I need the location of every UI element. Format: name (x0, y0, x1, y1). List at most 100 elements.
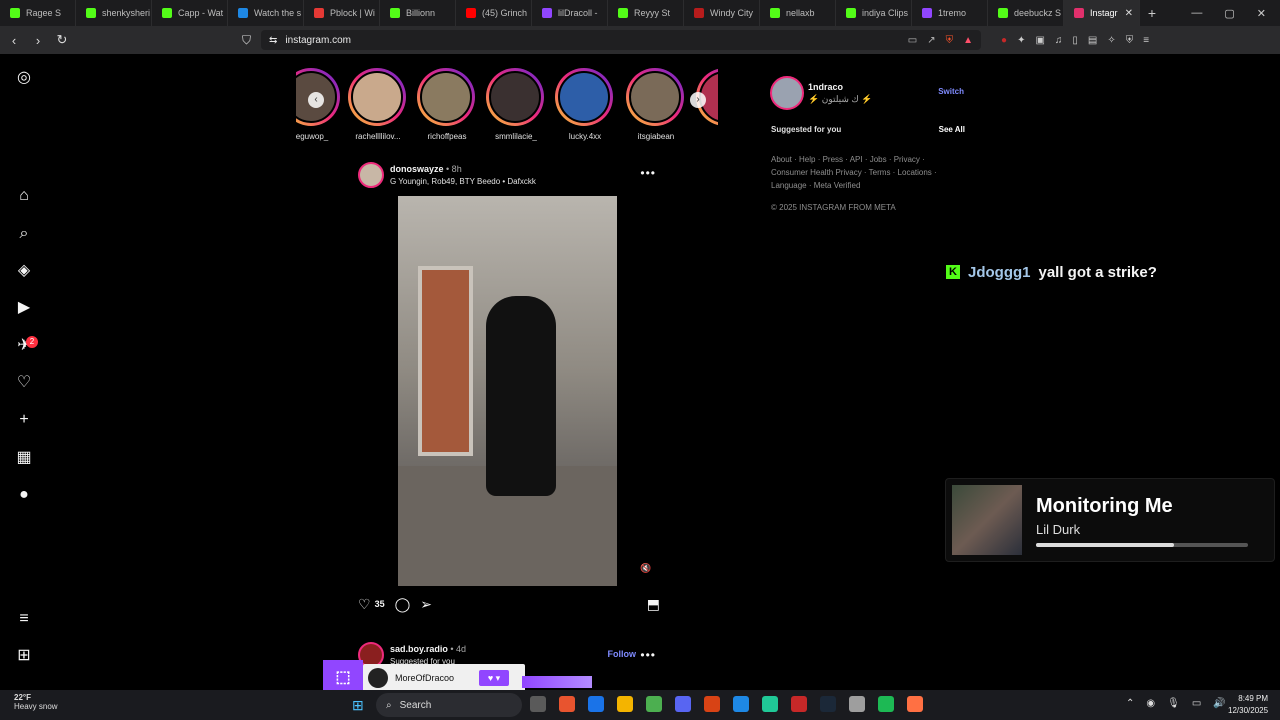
taskbar-search[interactable]: ⌕ Search (376, 693, 522, 717)
browser-tab[interactable]: shenkysheri (76, 0, 152, 26)
story-item[interactable]: smmlilacie_ (486, 68, 546, 141)
switch-account-button[interactable]: Switch (938, 87, 964, 96)
dashboard-icon[interactable]: ▦ (14, 448, 34, 468)
forward-icon[interactable]: › (28, 33, 48, 48)
footer-links[interactable]: About · Help · Press · API · Jobs · Priv… (771, 153, 941, 192)
browser-tab[interactable]: nellaxb (760, 0, 836, 26)
browser-tab[interactable]: Instagr ✕ (1064, 0, 1140, 26)
taskbar-app-icon[interactable] (704, 696, 720, 712)
stories-prev-icon[interactable]: ‹ (308, 92, 324, 108)
browser-tab[interactable]: indiya Clips (836, 0, 912, 26)
leo-icon[interactable]: ✧ (1107, 35, 1115, 46)
more-options-button[interactable]: ••• (640, 166, 656, 180)
story-item[interactable]: rachellllilov... (348, 68, 408, 141)
taskbar-app-icon[interactable] (588, 696, 604, 712)
brave-shield-icon[interactable]: ⛨ (946, 35, 954, 46)
windows-start-icon[interactable]: ⊞ (352, 697, 368, 713)
taskbar-app-icon[interactable] (791, 696, 807, 712)
site-info-icon[interactable]: ⇆ (269, 35, 277, 46)
volume-icon[interactable]: 🔊 (1213, 698, 1225, 709)
weather-widget[interactable]: 22°F Heavy snow (14, 693, 58, 711)
more-options-button[interactable]: ••• (640, 648, 656, 662)
comment-icon[interactable]: ◯ (395, 596, 411, 613)
ublock-icon[interactable]: ● (1001, 35, 1007, 46)
maximize-icon[interactable]: ▢ (1224, 7, 1234, 20)
notifications-icon[interactable]: ♡ (14, 373, 34, 393)
browser-tab[interactable]: deebuckz S (988, 0, 1064, 26)
extensions-icon[interactable]: ✦ (1017, 35, 1025, 46)
save-icon[interactable]: ⬒ (647, 596, 660, 613)
tray-app-icon[interactable]: ◉ (1146, 698, 1155, 709)
close-window-icon[interactable]: ✕ (1257, 7, 1266, 20)
taskbar-app-icon[interactable] (907, 696, 923, 712)
display-icon[interactable]: ▭ (1192, 698, 1201, 709)
story-item[interactable]: richoffpeas (417, 68, 477, 141)
back-icon[interactable]: ‹ (4, 33, 24, 48)
taskbar-app-icon[interactable] (530, 696, 546, 712)
bookmark-icon[interactable]: ⛉ (242, 33, 251, 48)
minimize-icon[interactable]: — (1191, 7, 1202, 20)
taskbar-app-icon[interactable] (646, 696, 662, 712)
like-count[interactable]: 35 (375, 599, 385, 609)
taskbar-app-icon[interactable] (559, 696, 575, 712)
story-item[interactable]: lucky.4xx (555, 68, 615, 141)
browser-tab[interactable]: Windy City (684, 0, 760, 26)
menu-icon[interactable]: ≡ (1143, 35, 1149, 46)
menu-icon[interactable]: ≡ (14, 609, 34, 629)
current-username[interactable]: 1ndraco (808, 82, 843, 92)
home-icon[interactable]: ⌂ (14, 186, 34, 206)
see-all-link[interactable]: See All (939, 125, 965, 134)
new-tab-button[interactable]: + (1140, 5, 1164, 21)
post-audio[interactable]: G Youngin, Rob49, BTY Beedo • Dafxckk (390, 177, 536, 186)
wallet-icon[interactable]: ▤ (1088, 35, 1097, 46)
browser-tab[interactable]: (45) Grinch (456, 0, 532, 26)
reels-icon[interactable]: ▶ (14, 298, 34, 318)
media-icon[interactable]: ♫ (1055, 35, 1063, 46)
post-username[interactable]: donoswayze (390, 164, 444, 174)
mic-icon[interactable]: 🎙 (1167, 698, 1180, 709)
taskbar-app-icon[interactable] (762, 696, 778, 712)
like-icon[interactable]: ♡ (358, 596, 371, 613)
profile-icon[interactable]: ● (14, 485, 34, 505)
taskbar-app-icon[interactable] (878, 696, 894, 712)
browser-tab[interactable]: Reyyy St (608, 0, 684, 26)
browser-tab[interactable]: Watch the s (228, 0, 304, 26)
sidebar-icon[interactable]: ▯ (1072, 35, 1078, 46)
reload-icon[interactable]: ↻ (52, 32, 72, 48)
taskbar-app-icon[interactable] (617, 696, 633, 712)
browser-tab[interactable]: Ragee S (0, 0, 76, 26)
browser-tab[interactable]: Billionn (380, 0, 456, 26)
browser-tab[interactable]: Capp - Wat (152, 0, 228, 26)
taskbar-app-icon[interactable] (733, 696, 749, 712)
share-post-icon[interactable]: ➢ (420, 596, 432, 613)
instagram-logo-icon[interactable]: ◎ (14, 68, 34, 88)
url-field[interactable]: ⇆ instagram.com ▭ ↗ ⛨ ▲ (261, 30, 982, 50)
reel-video[interactable] (398, 196, 617, 586)
brave-rewards-icon[interactable]: ▲ (963, 35, 973, 46)
share-icon[interactable]: ↗ (927, 35, 935, 46)
close-tab-icon[interactable]: ✕ (1125, 8, 1133, 19)
create-icon[interactable]: + (14, 410, 34, 430)
vpn-icon[interactable]: ⛨ (1126, 35, 1134, 46)
screenshot-icon[interactable]: ▣ (1035, 35, 1044, 46)
avatar[interactable] (358, 162, 384, 188)
also-from-meta-icon[interactable]: ⊞ (14, 646, 34, 666)
stories-next-icon[interactable]: › (690, 92, 706, 108)
explore-icon[interactable]: ◈ (14, 261, 34, 281)
mute-icon[interactable]: 🔇 (638, 560, 654, 576)
chevron-up-icon[interactable]: ⌃ (1126, 698, 1134, 709)
taskbar-clock[interactable]: 8:49 PM 12/30/2025 (1228, 693, 1268, 717)
avatar[interactable] (770, 76, 804, 110)
post-media[interactable]: 🔇 (352, 196, 664, 586)
taskbar-app-icon[interactable] (820, 696, 836, 712)
post-username[interactable]: sad.boy.radio (390, 644, 448, 654)
cast-icon[interactable]: ▭ (908, 35, 917, 46)
browser-tab[interactable]: lilDracoll - (532, 0, 608, 26)
follow-button[interactable]: Follow (608, 649, 637, 659)
browser-tab[interactable]: Pblock | Wi (304, 0, 380, 26)
taskbar-app-icon[interactable] (849, 696, 865, 712)
search-icon[interactable]: ⌕ (14, 224, 34, 244)
story-item[interactable]: itsgiabean (626, 68, 686, 141)
browser-tab[interactable]: 1tremo (912, 0, 988, 26)
taskbar-app-icon[interactable] (675, 696, 691, 712)
